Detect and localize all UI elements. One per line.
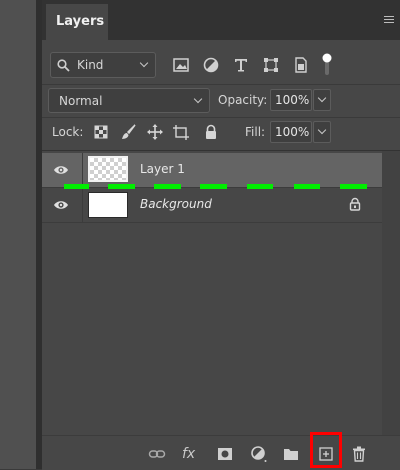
- chevron-down-icon: [317, 93, 327, 103]
- layers-scrollbar[interactable]: [382, 151, 400, 435]
- layers-bottom-toolbar: fx: [42, 435, 400, 470]
- chevron-down-icon: [193, 94, 203, 104]
- panel-menu-icon[interactable]: [384, 16, 394, 24]
- drop-indicator-segment: [108, 184, 135, 189]
- group-folder-icon[interactable]: [282, 445, 300, 463]
- shape-filter-icon[interactable]: [262, 56, 280, 74]
- drop-indicator-segment: [247, 184, 273, 189]
- smart-object-filter-icon[interactable]: [292, 56, 310, 74]
- link-layers-icon[interactable]: [148, 445, 166, 463]
- panel-tab-bar: Layers: [42, 0, 400, 40]
- opacity-label: Opacity:: [218, 93, 268, 107]
- drop-indicator-segment: [64, 184, 89, 189]
- adjustment-filter-icon[interactable]: [202, 56, 220, 74]
- lock-artboard-icon[interactable]: [172, 123, 190, 141]
- blend-mode-select[interactable]: Normal: [48, 88, 210, 113]
- eye-icon: [54, 201, 68, 209]
- lock-icon[interactable]: [348, 197, 362, 211]
- layers-panel: Layers Kind Normal Opacity: 100% Lock: F…: [42, 0, 400, 470]
- lock-image-pixels-icon[interactable]: [120, 123, 138, 141]
- delete-icon[interactable]: [350, 445, 368, 463]
- type-filter-icon[interactable]: [232, 56, 250, 74]
- chevron-down-icon: [139, 58, 149, 68]
- highlight-box: [310, 432, 342, 468]
- fill-label: Fill:: [245, 125, 266, 139]
- divider: [42, 117, 400, 118]
- lock-position-icon[interactable]: [146, 123, 164, 141]
- visibility-toggle[interactable]: [42, 153, 83, 187]
- fill-dropdown-button[interactable]: [313, 121, 331, 143]
- layer-thumbnail: [88, 156, 128, 182]
- left-dock-gutter: [0, 0, 36, 469]
- layer-row-background[interactable]: Background: [42, 188, 382, 222]
- layer-mask-icon[interactable]: [216, 445, 234, 463]
- fx-label: fx: [182, 446, 196, 462]
- layer-name[interactable]: Layer 1: [140, 162, 185, 176]
- blend-mode-label: Normal: [59, 94, 103, 108]
- drop-indicator-segment: [340, 184, 367, 189]
- filter-toggle[interactable]: [322, 52, 332, 76]
- tab-layers[interactable]: Layers: [46, 4, 108, 40]
- visibility-toggle[interactable]: [42, 188, 83, 222]
- opacity-dropdown-button[interactable]: [313, 89, 331, 111]
- filter-kind-label: Kind: [77, 58, 104, 72]
- lock-all-icon[interactable]: [202, 123, 220, 141]
- drop-indicator-segment: [154, 184, 181, 189]
- layer-thumbnail: [88, 192, 128, 218]
- opacity-value: 100%: [275, 93, 310, 107]
- drop-indicator-segment: [200, 184, 227, 189]
- layer-name[interactable]: Background: [140, 197, 212, 211]
- lock-label: Lock:: [52, 125, 84, 139]
- chevron-down-icon: [317, 125, 327, 135]
- fx-icon[interactable]: fx: [182, 445, 204, 463]
- image-filter-icon[interactable]: [172, 56, 190, 74]
- opacity-field[interactable]: 100%: [270, 89, 331, 111]
- fill-value: 100%: [275, 125, 310, 139]
- filter-kind-select[interactable]: Kind: [50, 52, 156, 78]
- adjustment-layer-icon[interactable]: [250, 445, 268, 463]
- layers-list-top-border: [42, 150, 400, 151]
- fill-field[interactable]: 100%: [270, 121, 331, 143]
- lock-transparent-pixels-icon[interactable]: [92, 123, 110, 141]
- eye-icon: [54, 166, 68, 174]
- layer-row-layer-1[interactable]: Layer 1: [42, 153, 382, 187]
- search-icon: [57, 59, 70, 72]
- drop-indicator-segment: [294, 184, 320, 189]
- layer-divider: [42, 222, 382, 223]
- divider: [42, 84, 400, 85]
